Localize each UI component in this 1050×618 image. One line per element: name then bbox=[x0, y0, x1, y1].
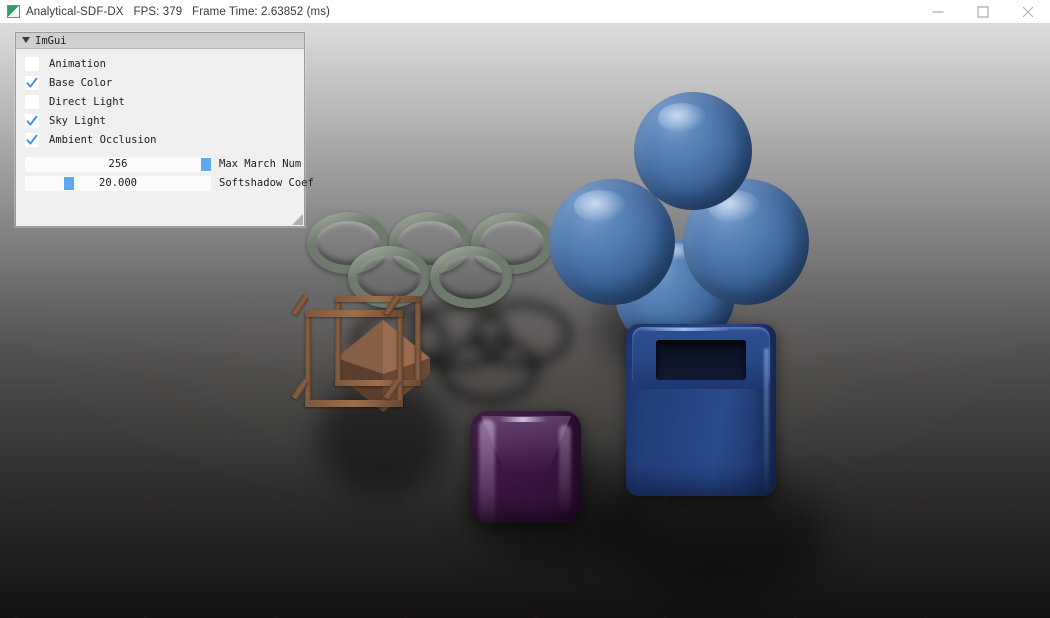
slider-label: Max March Num bbox=[219, 158, 302, 170]
close-icon bbox=[1022, 6, 1033, 18]
close-button[interactable] bbox=[1005, 0, 1050, 24]
check-icon bbox=[26, 134, 38, 145]
sphere-left bbox=[549, 179, 675, 305]
torus-ring bbox=[430, 246, 512, 308]
imgui-panel-title: ImGui bbox=[35, 35, 67, 47]
specular-highlight bbox=[640, 328, 728, 331]
fps-counter: FPS: 379 bbox=[133, 6, 183, 18]
window-title: Analytical-SDF-DX FPS: 379 Frame Time: 2… bbox=[26, 3, 330, 21]
check-icon bbox=[26, 77, 38, 88]
imgui-title-bar[interactable]: ImGui bbox=[16, 33, 304, 49]
slider-value: 256 bbox=[108, 158, 128, 170]
imgui-panel-body: Animation Base Color Direct Light Sky Li… bbox=[16, 49, 314, 226]
floor-grain bbox=[0, 350, 1050, 618]
resize-grip-icon[interactable] bbox=[292, 214, 303, 225]
frame-time: Frame Time: 2.63852 (ms) bbox=[192, 6, 330, 18]
app-icon bbox=[7, 5, 20, 18]
sphere-top bbox=[634, 92, 752, 210]
window-title-bar: Analytical-SDF-DX FPS: 379 Frame Time: 2… bbox=[0, 0, 1050, 24]
checkbox-label: Direct Light bbox=[49, 96, 125, 108]
application-window: Analytical-SDF-DX FPS: 379 Frame Time: 2… bbox=[0, 0, 1050, 618]
checkbox-box[interactable] bbox=[25, 57, 39, 71]
specular-highlight bbox=[574, 190, 628, 224]
minimize-icon bbox=[932, 11, 943, 13]
maximize-button[interactable] bbox=[960, 0, 1005, 24]
checkbox-label: Animation bbox=[49, 58, 106, 70]
slider-label: Softshadow Coef bbox=[219, 177, 314, 189]
checkbox-label: Sky Light bbox=[49, 115, 106, 127]
window-title-app: Analytical-SDF-DX bbox=[26, 6, 124, 18]
maximize-icon bbox=[977, 6, 988, 18]
slider-value: 20.000 bbox=[99, 177, 137, 189]
checkbox-box[interactable] bbox=[25, 95, 39, 109]
wireframe-edge bbox=[335, 296, 421, 302]
specular-highlight bbox=[657, 102, 708, 134]
check-icon bbox=[26, 115, 38, 126]
chevron-down-icon[interactable] bbox=[22, 37, 30, 43]
checkbox-label: Base Color bbox=[49, 77, 113, 89]
minimize-button[interactable] bbox=[915, 0, 960, 24]
imgui-panel[interactable]: ImGui Animation Base Color Direct Light bbox=[15, 32, 314, 227]
checkbox-label: Ambient Occlusion bbox=[49, 134, 157, 146]
